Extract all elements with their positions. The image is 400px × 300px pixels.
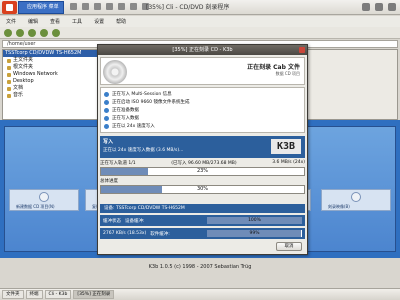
device-label: 设备: TSSTcorp CD/DVDW TS-H652M <box>100 204 305 213</box>
software-buffer-text: 99% <box>249 231 260 236</box>
menubar: 文件 编辑 查看 工具 设置 帮助 <box>0 16 400 27</box>
back-icon[interactable] <box>4 29 12 37</box>
menu-file[interactable]: 文件 <box>6 18 16 27</box>
volume-icon[interactable] <box>375 3 383 11</box>
folder-icon <box>7 58 11 63</box>
header-subtitle: 数据 CD 项目 <box>275 71 300 76</box>
dialog-titlebar[interactable]: [35%] 正在刻录 CD - K3b <box>98 45 307 55</box>
taskbar-item[interactable]: 文件夹 <box>2 290 24 299</box>
taskbar-item[interactable]: [35%] 正在刻录 <box>73 290 115 299</box>
k3b-logo: K3B <box>271 139 301 154</box>
overall-progress-text: 30% <box>196 186 209 192</box>
sidebar-item[interactable]: 根文件夹 <box>3 64 97 71</box>
sidebar-item[interactable]: 音乐 <box>3 92 97 99</box>
taskbar-item[interactable]: 终端 <box>25 290 43 299</box>
overall-label: 总体进度 <box>100 179 118 184</box>
list-item: 正在准备数据 <box>104 106 301 114</box>
dialog-header: 正在刻录 Cab 文件 数据 CD 项目 <box>100 57 305 85</box>
menu-view[interactable]: 查看 <box>50 18 60 27</box>
app-logo-icon[interactable] <box>2 1 17 14</box>
quick-launch <box>70 3 149 10</box>
browser-icon[interactable] <box>94 3 101 10</box>
list-item: 正在以 24x 速度写入 <box>104 122 301 130</box>
fifo-device: 软件缓冲: <box>150 231 170 237</box>
editor-icon[interactable] <box>118 3 125 10</box>
mail-icon[interactable] <box>106 3 113 10</box>
close-icon[interactable] <box>299 47 305 53</box>
list-item: 正在写入数据 <box>104 114 301 122</box>
folder-icon <box>7 65 11 70</box>
list-item: 正在启动 ISO 9660 镜像文件系统生成 <box>104 98 301 106</box>
check-icon <box>104 91 109 97</box>
track-detail: (已写入 96.60 MB/273.68 MB) <box>171 161 237 166</box>
device-sidebar: TSSTcorp CD/DVDW TS-H652M 主文件夹 根文件夹 Wind… <box>2 49 98 120</box>
menu-help[interactable]: 帮助 <box>116 18 126 27</box>
applications-menu-button[interactable]: 应用程序 菜单 <box>18 1 64 14</box>
taskbar: 文件夹 终端 Cli - K3b [35%] 正在刻录 <box>0 288 400 300</box>
home-icon[interactable] <box>52 29 60 37</box>
system-bar: 应用程序 菜单 [35%] Cli - CD/DVD 刻录程序 <box>0 0 400 15</box>
track-progress-bar: 23% <box>100 167 305 176</box>
reload-icon[interactable] <box>40 29 48 37</box>
power-icon[interactable] <box>388 3 396 11</box>
up-icon[interactable] <box>28 29 36 37</box>
status-panel: 写入 正在以 24x 速度写入数据 (3.6 MB/s)... K3B <box>100 136 305 158</box>
cancel-button[interactable]: 取消 <box>276 242 302 251</box>
check-icon <box>104 123 109 129</box>
menu-settings[interactable]: 设置 <box>94 18 104 27</box>
check-icon <box>104 115 109 121</box>
sidebar-item[interactable]: 主文件夹 <box>3 57 97 64</box>
desktop-icon <box>7 79 11 84</box>
toolbar <box>0 27 400 39</box>
sidebar-item[interactable]: Desktop <box>3 78 97 85</box>
software-buffer-bar: 99% <box>207 230 302 237</box>
dialog-title: [35%] 正在刻录 CD - K3b <box>172 47 233 53</box>
progress-section: 正在写入轨道 1/1 (已写入 96.60 MB/273.68 MB) 3.6 … <box>100 160 305 196</box>
sidebar-item[interactable]: Windows Network <box>3 71 97 78</box>
network-icon[interactable] <box>362 3 370 11</box>
system-tray <box>362 3 396 11</box>
buffer-device: 设备缓冲: <box>125 218 145 224</box>
sidebar-item[interactable]: 文档 <box>3 85 97 92</box>
folder-icon <box>7 93 11 98</box>
task-log[interactable]: 正在写入 Multi-Session 信息 正在启动 ISO 9660 镜像文件… <box>100 87 305 133</box>
forward-icon[interactable] <box>16 29 24 37</box>
device-buffer-bar: 100% <box>207 217 302 224</box>
burn-progress-dialog: [35%] 正在刻录 CD - K3b 正在刻录 Cab 文件 数据 CD 项目… <box>97 44 308 255</box>
folder-icon <box>7 86 11 91</box>
track-progress-text: 23% <box>196 168 209 174</box>
fifo-label: 2767 KB/s (18.53x) <box>103 231 147 236</box>
buffer-label: 缓冲状态 <box>103 218 121 224</box>
menu-edit[interactable]: 编辑 <box>28 18 38 27</box>
image-icon <box>351 192 361 202</box>
device-buffer-row: 缓冲状态 设备缓冲: 100% <box>100 215 305 226</box>
window-title: [35%] Cli - CD/DVD 刻录程序 <box>146 4 230 11</box>
software-buffer-row: 2767 KB/s (18.53x) 软件缓冲: 99% <box>100 228 305 239</box>
files-icon[interactable] <box>130 3 137 10</box>
new-data-cd-button[interactable]: 新建数据 CD 项目(N) <box>9 189 79 211</box>
terminal-icon[interactable] <box>82 3 89 10</box>
header-title: 正在刻录 Cab 文件 <box>247 64 300 71</box>
track-label: 正在写入轨道 1/1 <box>100 161 136 166</box>
burn-image-button[interactable]: 刻录映像(B) <box>321 189 391 211</box>
list-item: 正在写入 Multi-Session 信息 <box>104 90 301 98</box>
check-icon <box>104 107 109 113</box>
track-speed: 3.6 MB/s (24x) <box>272 160 305 165</box>
menu-tools[interactable]: 工具 <box>72 18 82 27</box>
cd-icon <box>39 192 49 202</box>
status-line: K3b 1.0.5 (c) 1998 - 2007 Sebastian Trüg <box>0 262 400 272</box>
device-buffer-text: 100% <box>248 218 261 223</box>
network-icon <box>7 72 11 77</box>
check-icon <box>104 99 109 105</box>
disc-icon <box>103 60 127 84</box>
home-icon[interactable] <box>70 3 77 10</box>
overall-progress-bar: 30% <box>100 185 305 194</box>
sidebar-header[interactable]: TSSTcorp CD/DVDW TS-H652M <box>3 50 97 57</box>
taskbar-item[interactable]: Cli - K3b <box>44 290 72 299</box>
